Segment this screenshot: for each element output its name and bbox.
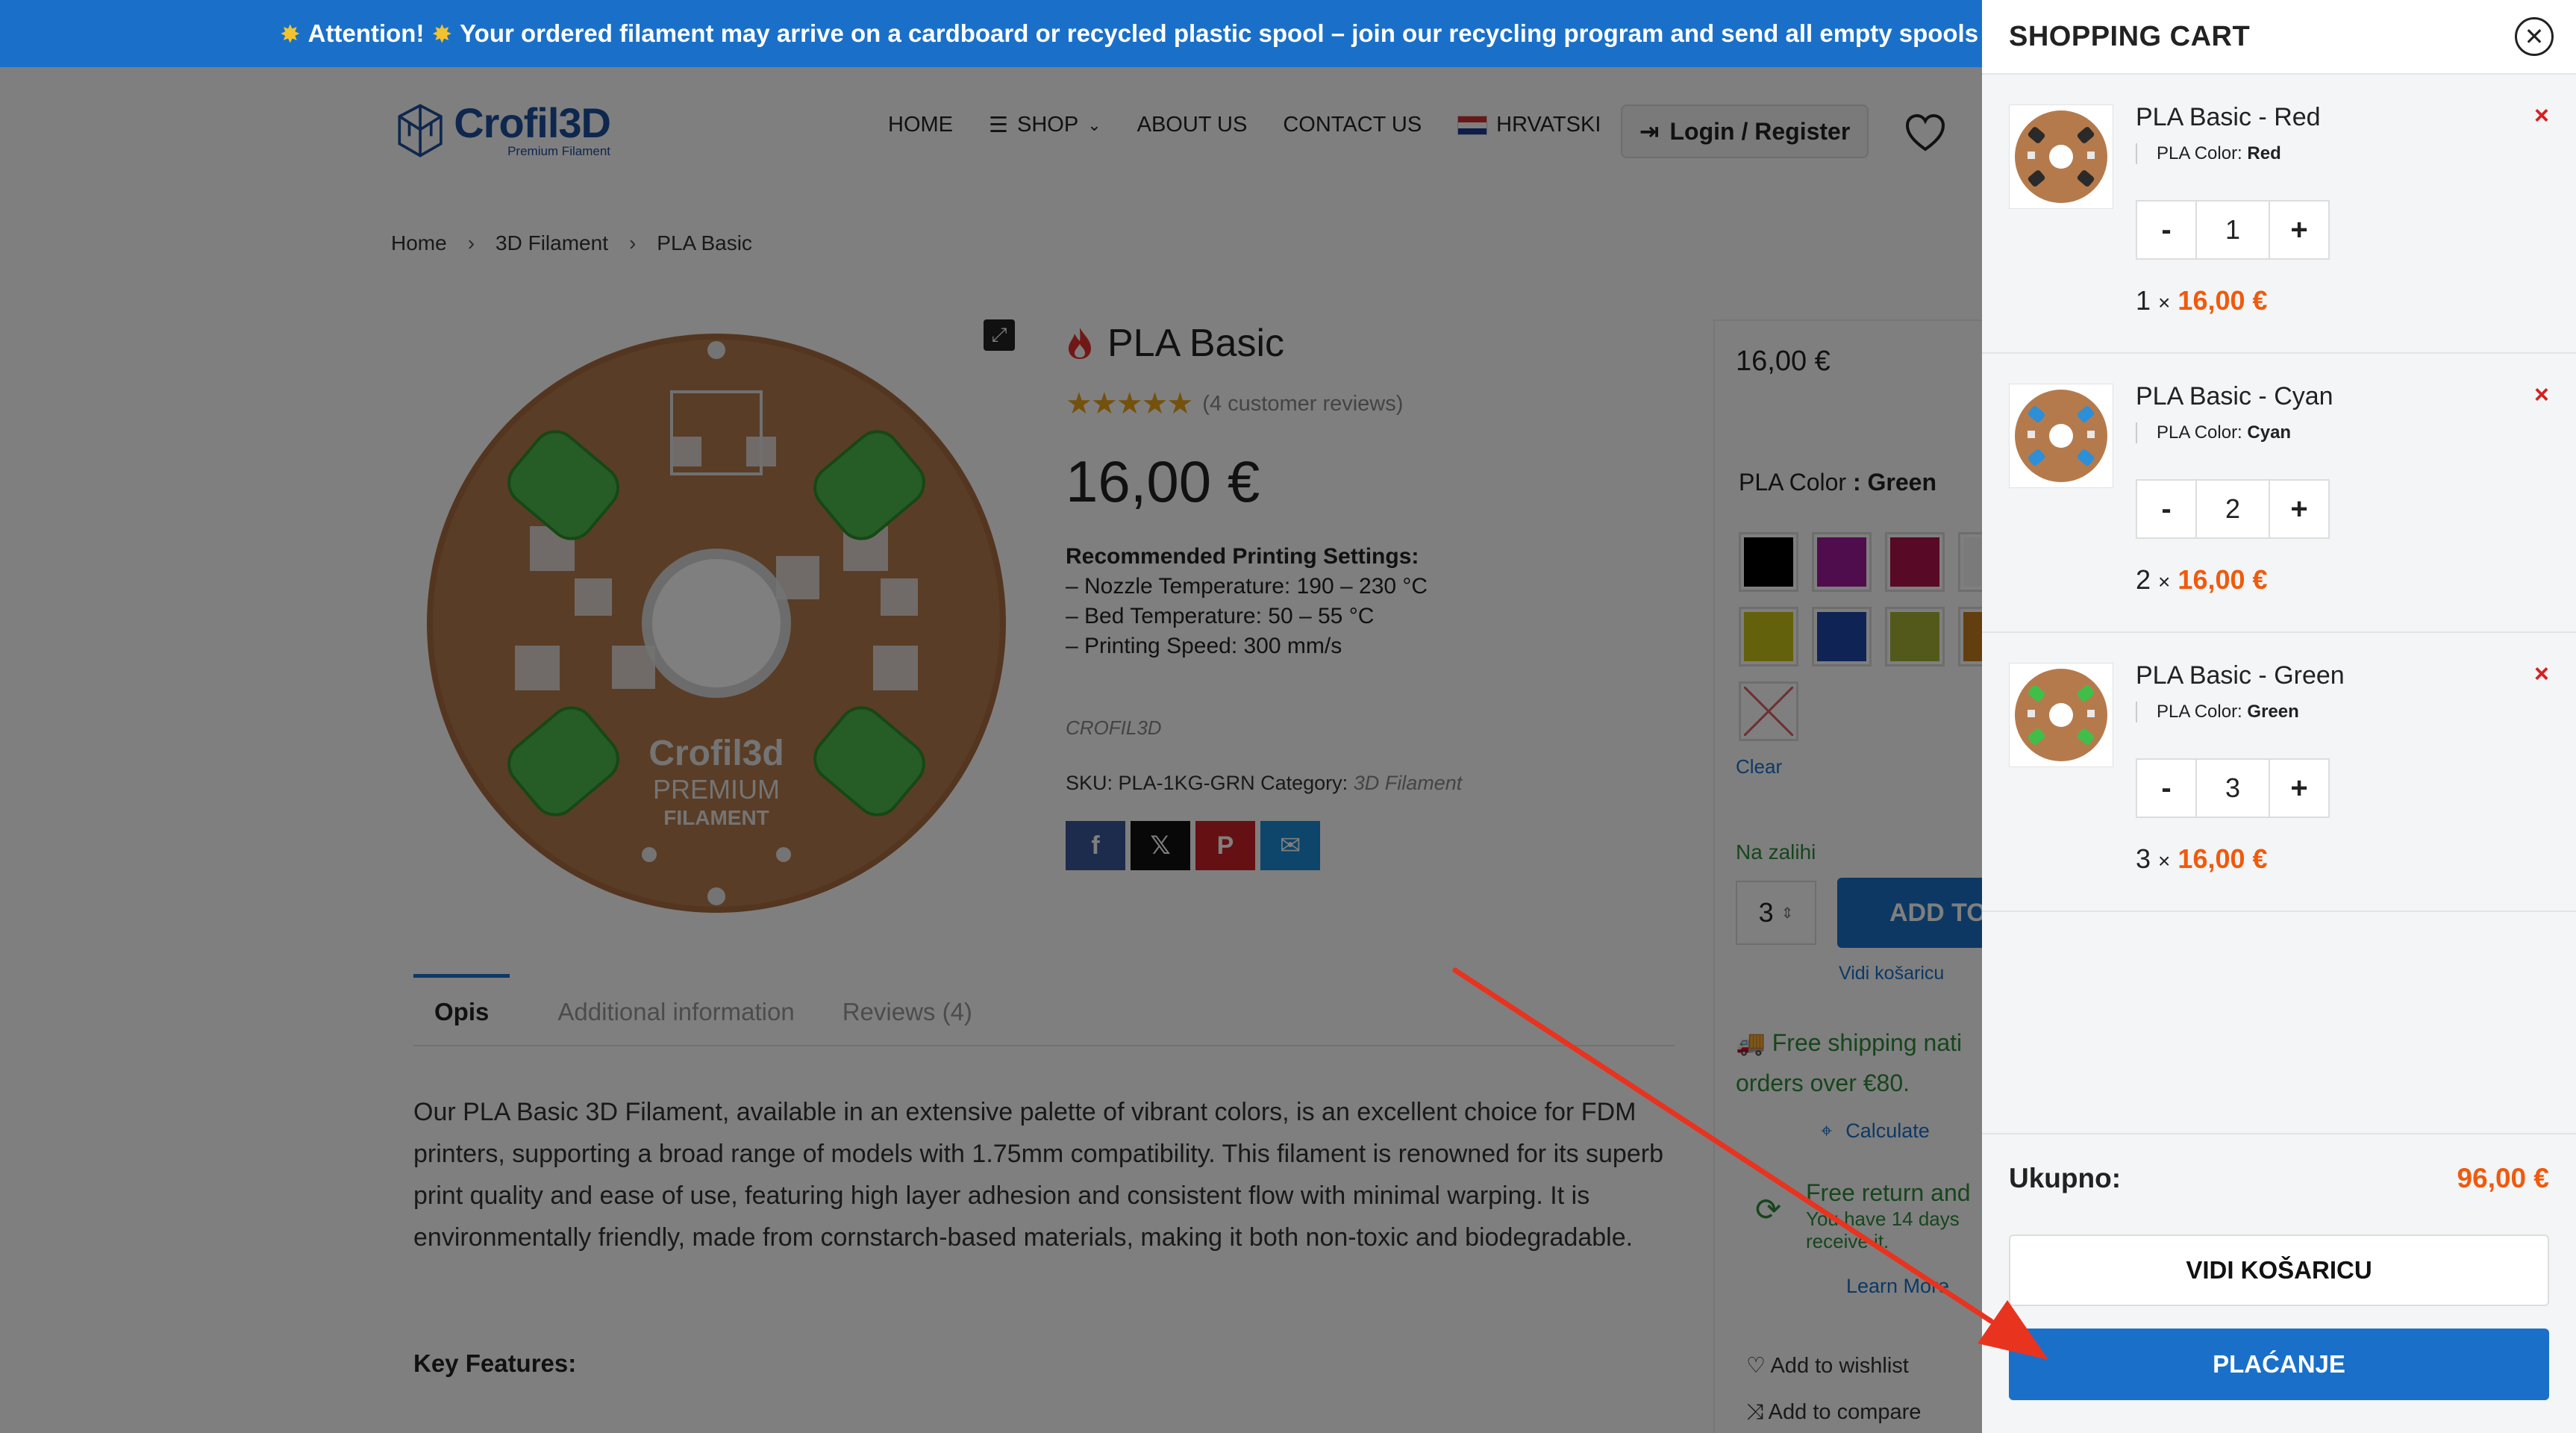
spool-thumbnail-icon [2015, 390, 2107, 482]
cart-total-row: Ukupno: 96,00 € [2009, 1163, 2549, 1194]
spool-thumbnail-icon [2015, 669, 2107, 761]
remove-item-icon[interactable]: × [2534, 660, 2549, 689]
cart-item-thumbnail[interactable] [2009, 104, 2113, 209]
cart-item-subtotal: 2 × 16,00 € [2136, 564, 2268, 596]
sun-star-icon: ✸ [431, 19, 453, 48]
item-count: 2 [2136, 564, 2151, 595]
item-count: 3 [2136, 843, 2151, 874]
cart-item: PLA Basic - Green PLA Color: Green × - 3… [1982, 633, 2576, 912]
decrease-quantity-button[interactable]: - [2137, 760, 2195, 817]
decrease-quantity-button[interactable]: - [2137, 481, 2195, 537]
cart-footer: Ukupno: 96,00 € VIDI KOŠARICU PLAĆANJE [1982, 1133, 2576, 1433]
item-count: 1 [2136, 285, 2151, 316]
attr-label: PLA Color: [2157, 702, 2242, 722]
quantity-stepper: - 1 + [2136, 200, 2330, 260]
close-icon[interactable]: ✕ [2515, 17, 2554, 56]
cart-item-name[interactable]: PLA Basic - Cyan [2136, 382, 2333, 411]
remove-item-icon[interactable]: × [2534, 381, 2549, 410]
decrease-quantity-button[interactable]: - [2137, 202, 2195, 258]
cart-item-thumbnail[interactable] [2009, 384, 2113, 488]
quantity-value[interactable]: 2 [2195, 481, 2270, 537]
cart-item-subtotal: 3 × 16,00 € [2136, 843, 2268, 875]
cart-title: SHOPPING CART [2009, 20, 2251, 52]
attr-value: Green [2247, 702, 2299, 722]
attr-label: PLA Color: [2157, 422, 2242, 443]
attr-value: Red [2247, 143, 2281, 163]
cart-header: SHOPPING CART ✕ [1982, 0, 2576, 75]
total-label: Ukupno: [2009, 1163, 2122, 1193]
spool-thumbnail-icon [2015, 110, 2107, 203]
item-price: 16,00 € [2178, 843, 2268, 874]
quantity-stepper: - 2 + [2136, 479, 2330, 539]
cart-item-attribute: PLA Color: Cyan [2136, 422, 2291, 443]
banner-text: Your ordered filament may arrive on a ca… [460, 19, 2001, 47]
cart-item-name[interactable]: PLA Basic - Green [2136, 661, 2345, 690]
increase-quantity-button[interactable]: + [2270, 481, 2328, 537]
cart-item-thumbnail[interactable] [2009, 663, 2113, 767]
quantity-value[interactable]: 1 [2195, 202, 2270, 258]
increase-quantity-button[interactable]: + [2270, 202, 2328, 258]
quantity-stepper: - 3 + [2136, 758, 2330, 818]
banner-lead: Attention! [307, 19, 425, 47]
checkout-button[interactable]: PLAĆANJE [2009, 1329, 2549, 1400]
times-sign: × [2158, 849, 2171, 872]
cart-items: PLA Basic - Red PLA Color: Red × - 1 + 1… [1982, 75, 2576, 1133]
times-sign: × [2158, 570, 2171, 593]
item-price: 16,00 € [2178, 564, 2268, 595]
item-price: 16,00 € [2178, 285, 2268, 316]
cart-item-name[interactable]: PLA Basic - Red [2136, 103, 2321, 132]
cart-item-subtotal: 1 × 16,00 € [2136, 285, 2268, 316]
attr-label: PLA Color: [2157, 143, 2242, 163]
page-dim-overlay[interactable] [0, 67, 1982, 1433]
view-cart-button[interactable]: VIDI KOŠARICU [2009, 1234, 2549, 1306]
cart-item-attribute: PLA Color: Green [2136, 702, 2299, 722]
sun-star-icon: ✸ [280, 19, 301, 48]
times-sign: × [2158, 291, 2171, 314]
increase-quantity-button[interactable]: + [2270, 760, 2328, 817]
quantity-value[interactable]: 3 [2195, 760, 2270, 817]
cart-item: PLA Basic - Red PLA Color: Red × - 1 + 1… [1982, 75, 2576, 354]
cart-item-attribute: PLA Color: Red [2136, 143, 2281, 164]
remove-item-icon[interactable]: × [2534, 102, 2549, 131]
shopping-cart-drawer: SHOPPING CART ✕ PLA Basic - Red PLA Colo… [1982, 0, 2576, 1433]
attr-value: Cyan [2247, 422, 2292, 443]
total-value: 96,00 € [2457, 1163, 2549, 1193]
cart-item: PLA Basic - Cyan PLA Color: Cyan × - 2 +… [1982, 354, 2576, 633]
